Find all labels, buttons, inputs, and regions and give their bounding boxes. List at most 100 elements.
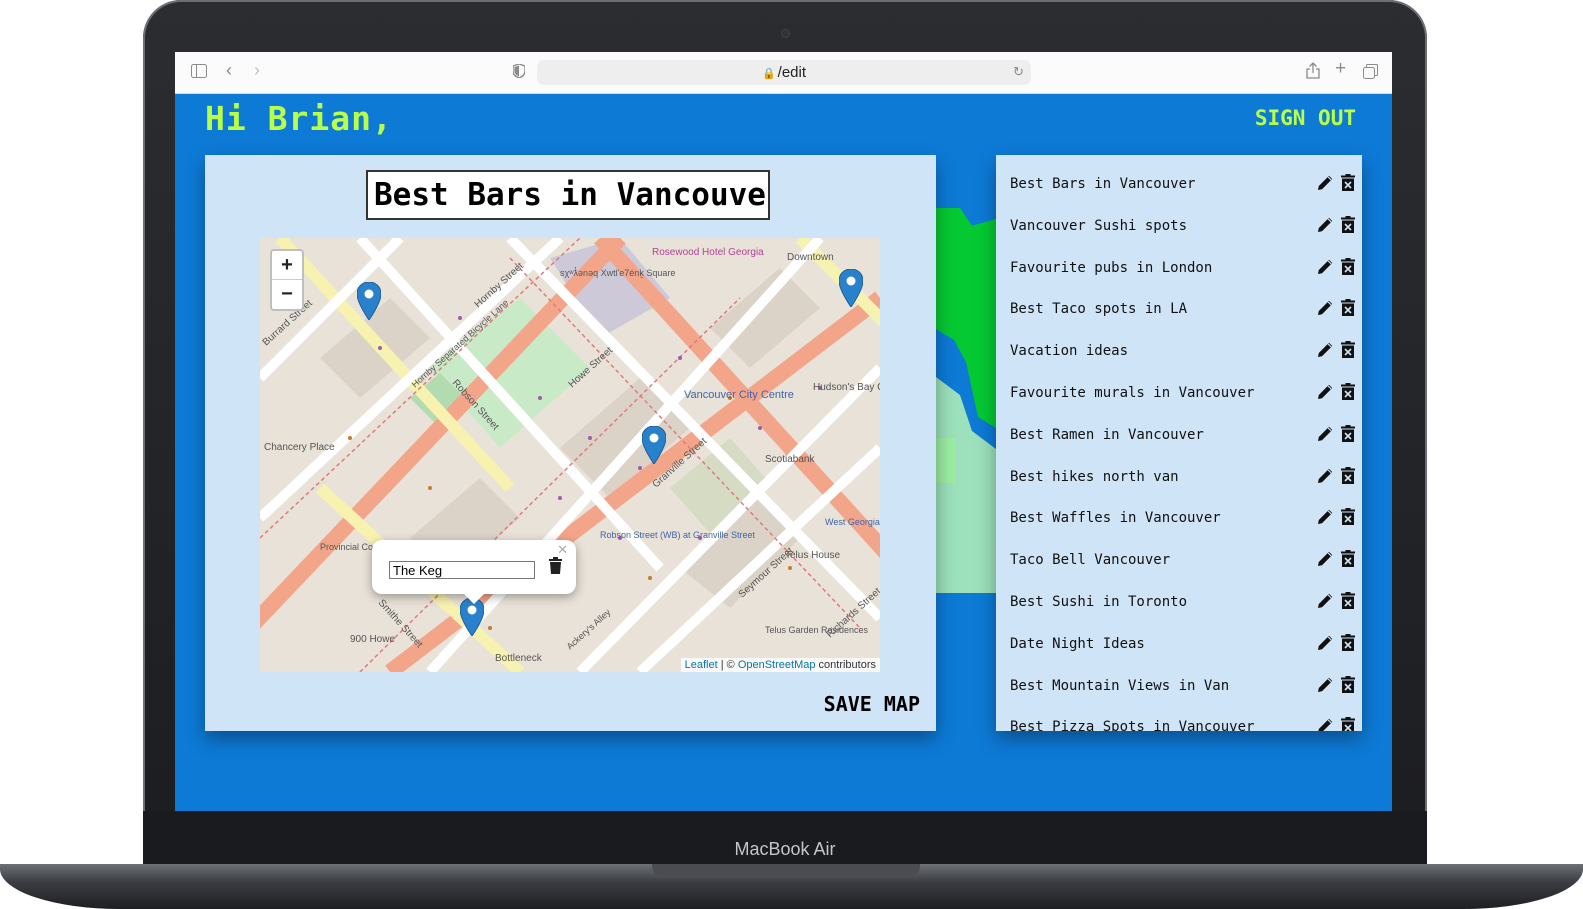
osm-link[interactable]: OpenStreetMap: [738, 659, 816, 671]
place-name-input[interactable]: [389, 561, 535, 579]
map-view[interactable]: Rosewood Hotel Georgia Downtown sχʷƛ̓ənə…: [260, 238, 880, 672]
map-list-item-name[interactable]: Best Ramen in Vancouver: [1010, 427, 1204, 443]
pencil-icon[interactable]: [1317, 174, 1334, 195]
pencil-icon[interactable]: [1317, 676, 1334, 697]
share-icon[interactable]: [1306, 62, 1320, 83]
pencil-icon[interactable]: [1317, 592, 1334, 613]
map-list-item[interactable]: Best Waffles in Vancouver: [1010, 507, 1356, 531]
map-list-item-name[interactable]: Best Bars in Vancouver: [1010, 176, 1195, 192]
pencil-icon[interactable]: [1317, 216, 1334, 237]
map-list-item-name[interactable]: Best Pizza Spots in Vancouver: [1010, 719, 1254, 731]
close-icon[interactable]: ✕: [557, 542, 568, 558]
delete-icon[interactable]: [1341, 174, 1355, 195]
map-list-item[interactable]: Best Ramen in Vancouver: [1010, 424, 1356, 448]
delete-icon[interactable]: [1341, 383, 1355, 404]
sidebar-icon[interactable]: [191, 64, 207, 82]
zoom-control: + −: [270, 249, 304, 311]
map-label: Telus Garden Residences: [765, 625, 869, 635]
map-list-item[interactable]: Best Mountain Views in Van: [1010, 675, 1356, 699]
map-editor-panel: Best Bars in Vancouve Rosewood Hotel Geo…: [205, 155, 936, 731]
zoom-in-button[interactable]: +: [272, 251, 302, 280]
new-tab-icon[interactable]: +: [1335, 59, 1346, 78]
map-list-item[interactable]: Best Taco spots in LA: [1010, 298, 1356, 322]
map-label: Rosewood Hotel Georgia: [652, 247, 764, 258]
sign-out-button[interactable]: SIGN OUT: [1255, 106, 1356, 130]
map-list-item[interactable]: Date Night Ideas: [1010, 633, 1356, 657]
delete-icon[interactable]: [1341, 341, 1355, 362]
back-icon[interactable]: ‹: [226, 61, 232, 79]
map-list-item-name[interactable]: Best Waffles in Vancouver: [1010, 510, 1221, 526]
pencil-icon[interactable]: [1317, 299, 1334, 320]
delete-icon[interactable]: [1341, 550, 1355, 571]
map-list-item-name[interactable]: Vancouver Sushi spots: [1010, 218, 1187, 234]
pencil-icon[interactable]: [1317, 383, 1334, 404]
map-label: Chancery Place: [264, 442, 335, 453]
map-label: Scotiabank: [765, 454, 815, 465]
map-title-input[interactable]: Best Bars in Vancouve: [366, 170, 770, 220]
map-label: sχʷƛ̓ənəq Xwtl'e7énḵ Square: [560, 266, 675, 278]
delete-icon[interactable]: [1341, 466, 1355, 488]
map-label: Telus House: [785, 550, 840, 561]
maps-list-panel: Best Bars in Vancouver Vancouver Sushi sp…: [996, 155, 1362, 731]
map-list-item[interactable]: Best Bars in Vancouver: [1010, 173, 1356, 197]
map-list-item[interactable]: Vacation ideas: [1010, 340, 1356, 364]
delete-icon[interactable]: [1341, 424, 1355, 446]
address-bar[interactable]: 🔒/edit ↻: [537, 60, 1031, 85]
map-list-item-name[interactable]: Favourite pubs in London: [1010, 260, 1212, 276]
map-label: Downtown: [787, 252, 834, 263]
pencil-icon[interactable]: [1317, 258, 1334, 279]
map-label: Robson Street (WB) at Granville Street: [600, 530, 756, 540]
url-text: /edit: [777, 64, 807, 81]
delete-icon[interactable]: [1341, 508, 1355, 529]
shield-icon[interactable]: [512, 63, 526, 82]
map-list-item-name[interactable]: Vacation ideas: [1010, 343, 1128, 359]
laptop-notch: [652, 864, 920, 876]
reload-icon[interactable]: ↻: [1013, 64, 1024, 80]
marker-popup: ✕: [372, 540, 576, 604]
map-list-item-name[interactable]: Best hikes north van: [1010, 469, 1179, 485]
delete-icon[interactable]: [1341, 215, 1355, 237]
browser-toolbar: ‹ › 🔒/edit ↻ +: [175, 52, 1392, 94]
map-list-item-name[interactable]: Favourite murals in Vancouver: [1010, 385, 1254, 401]
delete-icon[interactable]: [1341, 675, 1355, 697]
map-label: Bottleneck: [495, 653, 543, 664]
delete-icon[interactable]: [1341, 299, 1355, 320]
map-list-item[interactable]: Taco Bell Vancouver: [1010, 549, 1356, 573]
tabs-overview-icon[interactable]: [1363, 64, 1378, 83]
map-list-item-name[interactable]: Best Mountain Views in Van: [1010, 678, 1229, 694]
pencil-icon[interactable]: [1317, 341, 1334, 362]
map-tiles: Rosewood Hotel Georgia Downtown sχʷƛ̓ənə…: [260, 238, 880, 672]
map-list-item-name[interactable]: Date Night Ideas: [1010, 636, 1145, 652]
map-list-item[interactable]: Best Pizza Spots in Vancouver: [1010, 716, 1356, 731]
delete-icon[interactable]: [1341, 633, 1355, 655]
pencil-icon[interactable]: [1317, 717, 1334, 731]
map-label: 900 Howe: [350, 634, 395, 645]
delete-icon[interactable]: [1341, 717, 1355, 731]
map-list-item-name[interactable]: Taco Bell Vancouver: [1010, 552, 1170, 568]
map-list-item[interactable]: Favourite pubs in London: [1010, 257, 1356, 281]
map-label: Hudson's Bay Company: [813, 382, 880, 393]
pencil-icon[interactable]: [1317, 425, 1334, 446]
map-list-item[interactable]: Best Sushi in Toronto: [1010, 591, 1356, 615]
map-list-item[interactable]: Favourite murals in Vancouver: [1010, 382, 1356, 406]
camera: [781, 29, 790, 38]
forward-icon[interactable]: ›: [254, 61, 260, 79]
delete-icon[interactable]: [1341, 257, 1355, 279]
map-list-item-name[interactable]: Best Taco spots in LA: [1010, 301, 1187, 317]
pencil-icon[interactable]: [1317, 467, 1334, 488]
pencil-icon[interactable]: [1317, 634, 1334, 655]
map-list-item-name[interactable]: Best Sushi in Toronto: [1010, 594, 1187, 610]
map-list-item[interactable]: Best hikes north van: [1010, 466, 1356, 490]
pencil-icon[interactable]: [1317, 508, 1334, 529]
page: Hi Brian, SIGN OUT Best Bars in Vancouve: [175, 93, 1392, 811]
browser-window: ‹ › 🔒/edit ↻ + Hi Brian, SIGN OUT Best B: [175, 52, 1392, 811]
pencil-icon[interactable]: [1317, 550, 1334, 571]
lock-icon: 🔒: [761, 68, 776, 80]
map-attribution: Leaflet | © OpenStreetMap contributors: [680, 658, 880, 672]
save-map-button[interactable]: SAVE MAP: [824, 692, 920, 716]
leaflet-link[interactable]: Leaflet: [685, 659, 718, 671]
zoom-out-button[interactable]: −: [272, 280, 302, 308]
map-list-item[interactable]: Vancouver Sushi spots: [1010, 215, 1356, 239]
device-label: MacBook Air: [734, 839, 836, 859]
delete-icon[interactable]: [1341, 592, 1355, 613]
